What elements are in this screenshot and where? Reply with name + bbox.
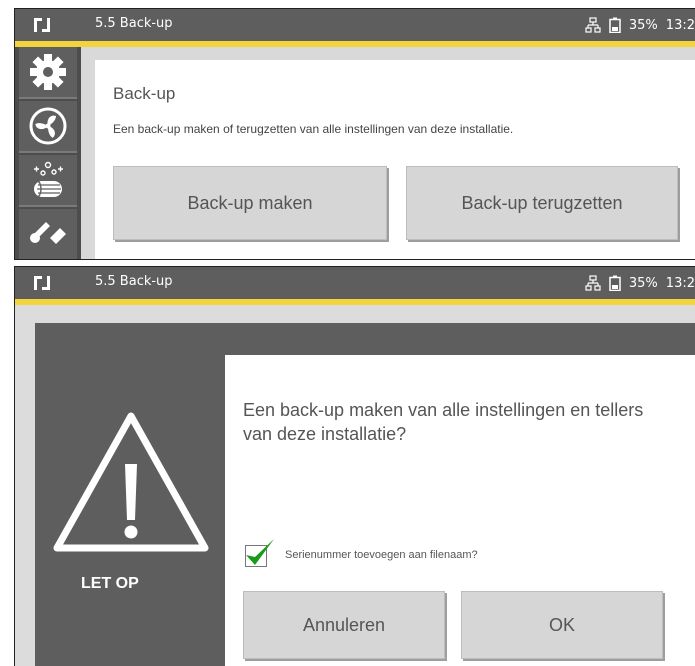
fan-icon <box>29 107 67 145</box>
backup-make-button[interactable]: Back-up maken <box>113 166 387 240</box>
header-title: 5.5 Back-up <box>95 16 173 31</box>
panel-title: Back-up <box>113 84 176 103</box>
filter-icon <box>32 161 63 198</box>
battery-level: 35% <box>628 275 658 291</box>
logo-icon <box>34 276 50 290</box>
sidebar-item-filter[interactable] <box>19 155 77 207</box>
cancel-button[interactable]: Annuleren <box>243 591 445 659</box>
network-icon <box>585 275 601 291</box>
backup-panel: Back-up Een back-up maken of terugzetten… <box>95 60 695 259</box>
serial-checkbox-label[interactable]: Serienummer toevoegen aan filenaam? <box>285 549 478 561</box>
header-title: 5.5 Back-up <box>95 274 173 289</box>
checkmark-icon <box>246 539 274 565</box>
sidebar-item-ventilation[interactable] <box>19 101 77 153</box>
backup-restore-button[interactable]: Back-up terugzetten <box>406 166 678 240</box>
header-bar: 5.5 Back-up 35% 13:2 <box>15 267 695 299</box>
warning-label: LET OP <box>81 575 139 592</box>
sidebar-item-service[interactable] <box>19 209 77 259</box>
logo-icon <box>34 18 50 32</box>
dialog-message: Een back-up maken van alle instellingen … <box>243 400 644 444</box>
backup-screen: 5.5 Back-up 35% 13:2 Back-up Een back-up… <box>14 8 695 260</box>
dialog-frame: LET OP Een back-up maken van alle instel… <box>35 323 695 666</box>
clock: 13:2 <box>665 275 695 291</box>
warning-triangle-icon <box>53 412 209 552</box>
network-icon <box>585 17 601 33</box>
ok-button[interactable]: OK <box>461 591 663 659</box>
battery-level: 35% <box>628 17 658 33</box>
header-bar: 5.5 Back-up 35% 13:2 <box>15 9 695 41</box>
confirm-dialog: Een back-up maken van alle instellingen … <box>225 355 695 666</box>
battery-icon <box>609 275 621 291</box>
panel-description: Een back-up maken of terugzetten van all… <box>113 122 514 136</box>
status-area: 35% 13:2 <box>585 15 695 35</box>
status-area: 35% 13:2 <box>585 273 695 293</box>
clock: 13:2 <box>665 17 695 33</box>
gear-icon <box>30 54 66 90</box>
backup-confirm-screen: 5.5 Back-up 35% 13:2 LET OP Een back-up … <box>14 266 695 666</box>
content-area: Back-up Een back-up maken of terugzetten… <box>81 47 695 259</box>
tools-icon <box>30 222 66 244</box>
sidebar-item-settings[interactable] <box>19 47 77 99</box>
battery-icon <box>609 17 621 33</box>
sidebar <box>15 47 81 259</box>
dialog-backdrop: LET OP Een back-up maken van alle instel… <box>15 305 695 666</box>
